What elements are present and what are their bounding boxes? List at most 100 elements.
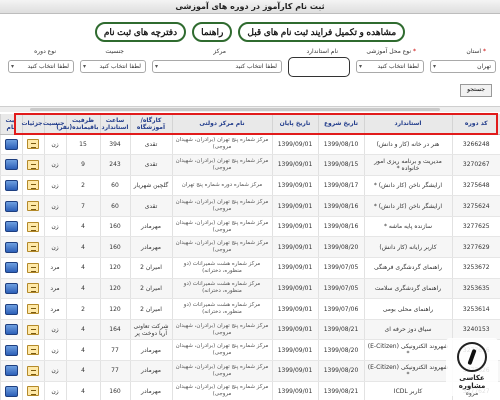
col-end-date[interactable]: تاریخ پایان (271, 114, 318, 135)
search-button[interactable]: جستجو (460, 84, 492, 97)
details-icon[interactable] (27, 345, 39, 356)
details-icon[interactable] (27, 139, 39, 150)
register-icon[interactable] (4, 179, 18, 191)
col-workshop[interactable]: کارگاه/آموزشگاه (129, 114, 172, 135)
table-row[interactable]: 3275648 ارایشگر ناخن (کار دانش) * 1399/08/… (0, 175, 500, 197)
gender-value: لطفا انتخاب کنید (99, 63, 141, 70)
center-select[interactable]: لطفا انتخاب کنید ▾ (152, 60, 282, 73)
register-icon[interactable] (4, 282, 18, 294)
cell-remaining-capacity: 4 (65, 216, 100, 238)
table-row[interactable]: 3253635 راهنمای گردشگری سلامت 1399/07/05 13… (0, 278, 500, 300)
details-icon[interactable] (27, 180, 39, 191)
cell-workshop: گلچین شهریار (129, 175, 172, 197)
cell-gender: زن (43, 154, 66, 176)
chevron-down-icon: ▾ (433, 63, 437, 70)
cell-end-date: 1399/09/01 (271, 134, 318, 156)
details-icon[interactable] (27, 159, 39, 170)
cell-register (0, 257, 22, 279)
registration-book-button[interactable]: دفترچه های ثبت نام (94, 22, 187, 42)
guide-button[interactable]: راهنما (192, 22, 233, 42)
col-standard-hours[interactable]: ساعت استاندارد (99, 114, 130, 135)
table-row[interactable]: 3253672 راهنمای گردشگری فرهنگی 1399/07/05 1… (0, 257, 500, 279)
details-icon[interactable] (27, 365, 39, 376)
cell-end-date: 1399/09/01 (271, 339, 318, 362)
cell-gender: زن (43, 216, 66, 238)
col-start-date[interactable]: تاریخ شروع (317, 114, 364, 135)
horizontal-scrollbar[interactable] (30, 108, 440, 111)
details-icon[interactable] (27, 201, 39, 212)
details-icon[interactable] (27, 221, 39, 232)
details-icon[interactable] (27, 324, 39, 335)
col-course-code[interactable]: کد دوره (451, 114, 500, 135)
table-row[interactable]: 3277625 سازنده پایه ماشه * 1399/08/16 1399/… (0, 216, 500, 238)
cell-gender: مرد (43, 278, 66, 300)
register-icon[interactable] (4, 200, 18, 212)
province-select[interactable]: تهران ▾ (430, 60, 496, 73)
training-type-select[interactable]: لطفا انتخاب کنید ▾ (356, 60, 424, 73)
cell-remaining-capacity: 4 (65, 339, 100, 362)
continue-registration-button[interactable]: مشاهده و تکمیل فرایند ثبت نام های قبل (238, 22, 406, 42)
cell-gender: زن (43, 360, 66, 382)
cell-details (21, 154, 44, 176)
gender-select[interactable]: لطفا انتخاب کنید ▾ (80, 60, 146, 73)
col-remaining-capacity[interactable]: ظرفیت باقیمانده(نفر) (56, 114, 100, 135)
register-icon[interactable] (4, 138, 18, 150)
cell-start-date: 1399/08/21 (317, 319, 364, 341)
cell-end-date: 1399/09/01 (271, 236, 318, 259)
cell-start-date: 1399/08/16 (317, 195, 364, 217)
register-icon[interactable] (4, 365, 18, 377)
register-icon[interactable] (4, 159, 18, 171)
table-row[interactable]: 3266248 هنر در خانه (کار و دانش) 1399/08/1… (0, 134, 500, 156)
cell-standard-hours: 160 (99, 236, 130, 259)
table-row[interactable]: 3277627کاربر ICDL1399/08/211399/09/01مرک… (0, 381, 500, 400)
cell-standard-hours: 60 (99, 175, 130, 197)
register-icon[interactable] (4, 344, 18, 356)
register-icon[interactable] (4, 324, 18, 336)
details-icon[interactable] (27, 283, 39, 294)
col-standard[interactable]: استاندارد (363, 114, 452, 135)
details-icon[interactable] (27, 304, 39, 315)
details-icon[interactable] (27, 242, 39, 253)
cell-course-code: 3253635 (451, 278, 500, 300)
cell-standard: راهنمای گردشگری فرهنگی (363, 257, 452, 279)
cell-gender: مرد (43, 298, 66, 320)
cell-register (0, 339, 22, 362)
col-center-name[interactable]: نام مرکز دولتی (171, 114, 272, 135)
table-row[interactable]: 3277616شهروند الکترونیکی (E-Citizen) *13… (0, 339, 500, 362)
pen-nib-icon (457, 342, 487, 372)
register-icon[interactable] (4, 221, 18, 233)
details-icon[interactable] (27, 262, 39, 273)
cell-course-code: 3270267 (451, 154, 500, 176)
instructor-name-input[interactable] (288, 57, 350, 77)
cell-gender: زن (43, 195, 66, 217)
details-icon[interactable] (27, 386, 39, 397)
table-row[interactable]: 3253614 راهنمای محلی بومی 1399/07/06 1399/0… (0, 298, 500, 320)
register-icon[interactable] (4, 241, 18, 253)
cell-standard-hours: 77 (99, 339, 130, 362)
register-icon[interactable] (4, 303, 18, 315)
cell-center-name: مرکز شماره پنج تهران (برادران، شهیدان مر… (171, 360, 272, 382)
window-title: ثبت نام کارآموز در دوره های آموزشی (0, 0, 500, 14)
cell-workshop: مهرمادر (129, 381, 172, 400)
table-row[interactable]: 3240153 سیاق دوز حرفه ای 1399/08/21 1399/09… (0, 319, 500, 341)
table-row[interactable]: 3270267 مدیریت و برنامه ریزی امور خانواده… (0, 154, 500, 176)
table-row[interactable]: 3277626شهروند الکترونیکی (E-Citizen) *13… (0, 360, 500, 382)
course-type-select[interactable]: لطفا انتخاب کنید ▾ (8, 60, 74, 73)
cell-details (21, 319, 44, 341)
register-icon[interactable] (4, 262, 18, 274)
table-row[interactable]: 3275624 ارایشگر ناخن (کار دانش) * 1399/08/… (0, 195, 500, 217)
table-row[interactable]: 3277629 کاربر رایانه (کار دانش) 1399/08/20… (0, 236, 500, 259)
cell-details (21, 134, 44, 156)
cell-course-code: 3277629 (451, 236, 500, 259)
cell-standard-hours: 243 (99, 154, 130, 176)
cell-workshop: امیران 2 (129, 298, 172, 320)
cell-start-date: 1399/08/15 (317, 154, 364, 176)
cell-course-code: 3253614 (451, 298, 500, 320)
register-icon[interactable] (4, 385, 18, 397)
cell-remaining-capacity: 4 (65, 257, 100, 279)
col-gender[interactable]: جنسیت (43, 114, 66, 135)
cell-start-date: 1399/07/05 (317, 278, 364, 300)
cell-details (21, 339, 44, 362)
cell-register (0, 195, 22, 217)
cell-details (21, 298, 44, 320)
